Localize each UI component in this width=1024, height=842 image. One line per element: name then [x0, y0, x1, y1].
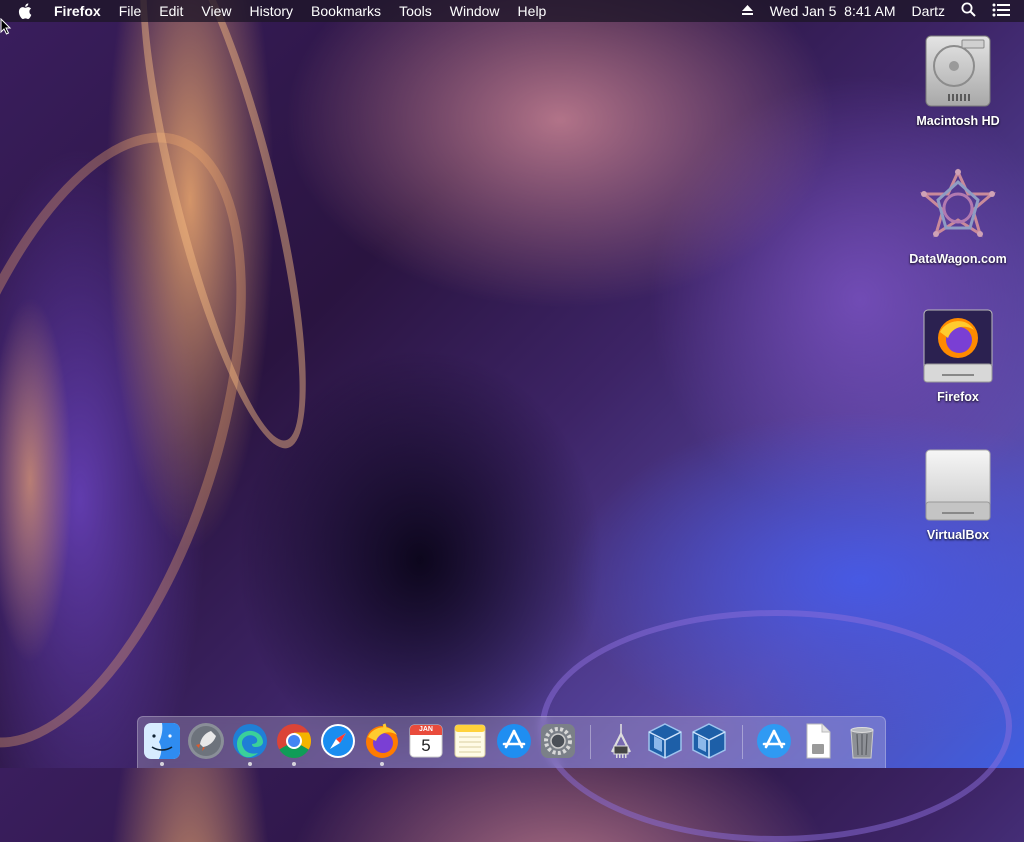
calendar-day: 5: [421, 736, 431, 755]
menu-help[interactable]: Help: [509, 0, 556, 22]
mouse-cursor-icon: [0, 17, 12, 41]
running-indicator: [292, 762, 296, 766]
document-icon[interactable]: [799, 722, 837, 760]
eject-icon[interactable]: [741, 3, 754, 19]
desktop-icon-macintosh-hd[interactable]: Macintosh HD: [903, 30, 1013, 128]
desktop-icon-label: Firefox: [937, 390, 979, 404]
apple-logo-icon[interactable]: [18, 3, 36, 19]
system-preferences-icon[interactable]: [539, 722, 577, 760]
desktop-icon-label: Macintosh HD: [916, 114, 1000, 128]
desktop-icon-label: VirtualBox: [926, 528, 990, 542]
running-indicator: [160, 762, 164, 766]
hard-drive-icon: [918, 30, 998, 110]
external-drive-icon: [918, 444, 998, 524]
clock[interactable]: Wed Jan 5 8:41 AM: [770, 3, 896, 19]
menu-view[interactable]: View: [192, 0, 240, 22]
datawagon-logo-icon: [918, 168, 998, 248]
menu-history[interactable]: History: [240, 0, 302, 22]
menu-tools[interactable]: Tools: [390, 0, 441, 22]
desktop-icon-virtualbox[interactable]: VirtualBox: [903, 444, 1013, 542]
dock-separator: [742, 725, 743, 759]
menu-file[interactable]: File: [110, 0, 151, 22]
notification-center-icon[interactable]: [992, 3, 1010, 20]
finder-icon[interactable]: [143, 722, 181, 760]
wallpaper-wave: [106, 0, 340, 461]
menu-window[interactable]: Window: [441, 0, 509, 22]
chrome-icon[interactable]: [275, 722, 313, 760]
desktop-icon-firefox[interactable]: Firefox: [903, 306, 1013, 404]
spotlight-search-icon[interactable]: [961, 2, 976, 20]
desktop-icon-datawagon[interactable]: DataWagon.com: [903, 168, 1013, 266]
notes-icon[interactable]: [451, 722, 489, 760]
app-store-icon[interactable]: [495, 722, 533, 760]
running-indicator: [248, 762, 252, 766]
app-store-folder-icon[interactable]: [755, 722, 793, 760]
dock-separator: [590, 725, 591, 759]
edge-icon[interactable]: [231, 722, 269, 760]
virtualbox-icon[interactable]: [646, 722, 684, 760]
wallpaper-wave: [0, 92, 313, 788]
calendar-icon[interactable]: JAN 5: [407, 722, 445, 760]
firefox-icon[interactable]: [363, 722, 401, 760]
menu-bar: Firefox File Edit View History Bookmarks…: [0, 0, 1024, 22]
menu-edit[interactable]: Edit: [150, 0, 192, 22]
safari-icon[interactable]: [319, 722, 357, 760]
running-indicator: [380, 762, 384, 766]
dock: JAN 5: [137, 716, 886, 768]
virtualbox-icon[interactable]: [690, 722, 728, 760]
launchpad-icon[interactable]: [187, 722, 225, 760]
menu-app-name[interactable]: Firefox: [54, 0, 110, 22]
user-name[interactable]: Dartz: [912, 3, 945, 19]
trash-icon[interactable]: [843, 722, 881, 760]
usb-cable-icon[interactable]: [602, 722, 640, 760]
firefox-disk-image-icon: [918, 306, 998, 386]
calendar-month: JAN: [418, 726, 433, 733]
desktop-icon-label: DataWagon.com: [909, 252, 1007, 266]
menu-bookmarks[interactable]: Bookmarks: [302, 0, 390, 22]
